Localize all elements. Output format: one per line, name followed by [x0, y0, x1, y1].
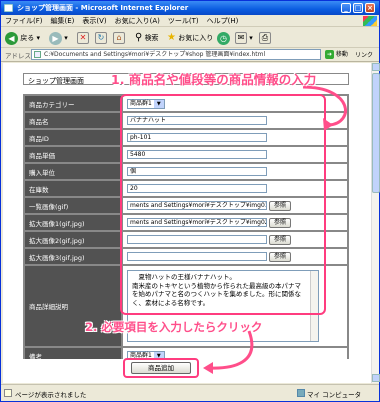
menu-help[interactable]: ヘルプ(H) — [203, 15, 243, 27]
stop-button[interactable]: ✕ — [77, 31, 89, 45]
close-button[interactable]: × — [365, 3, 375, 13]
arrow1-head-icon — [323, 118, 333, 131]
windows-logo-icon — [363, 16, 377, 26]
browser-window: ショップ管理画面 - Microsoft Internet Explorer _… — [0, 0, 380, 402]
print-icon: ⎙ — [259, 32, 271, 44]
mail-icon: ✉ — [235, 32, 247, 44]
page-scrollbar[interactable] — [371, 63, 380, 383]
ie-icon — [4, 4, 13, 12]
back-label: 戻る — [20, 34, 35, 42]
favorites-button[interactable]: ★ お気に入り — [167, 31, 213, 45]
callout-step-2: 2. 必要項目を入力したらクリック — [85, 320, 263, 334]
forward-arrow-icon: ▶ — [49, 31, 62, 45]
media-button[interactable]: ◷ — [217, 31, 230, 45]
callout-arrows — [203, 85, 347, 374]
callout-step-1: 1. 商品名や値段等の商品情報の入力 — [111, 72, 317, 87]
toolbar: ◀ 戻る ▾ ▶ ▾ ✕ ↻ ⌂ ⚲ 検索 ★ お気に入り ◷ ✉ ▾ ⎙ — [1, 28, 379, 48]
star-icon: ★ — [167, 32, 176, 43]
favorites-label: お気に入り — [178, 34, 214, 42]
menu-bar: ファイル(F) 編集(E) 表示(V) お気に入り(A) ツール(T) ヘルプ(H) — [1, 15, 379, 27]
go-arrow-icon: ➜ — [325, 50, 334, 59]
scroll-thumb[interactable] — [372, 73, 380, 193]
status-bar: ページが表示されました マイ コンピュータ — [1, 384, 379, 401]
menu-view[interactable]: 表示(V) — [78, 15, 110, 27]
title-bar: ショップ管理画面 - Microsoft Internet Explorer _… — [1, 1, 379, 15]
menu-favorites[interactable]: お気に入り(A) — [111, 15, 164, 27]
computer-icon — [297, 389, 305, 397]
go-button[interactable]: ➜ 移動 — [325, 49, 351, 60]
search-label: 検索 — [144, 34, 159, 42]
arrow2-head-icon — [203, 362, 213, 374]
refresh-button[interactable]: ↻ — [95, 31, 107, 45]
address-value: C:¥Documents and Settings¥mori¥デスクトップ¥sh… — [44, 51, 266, 58]
mail-button[interactable]: ✉ ▾ — [235, 31, 253, 45]
maximize-button[interactable]: □ — [353, 3, 363, 13]
scroll-up-icon[interactable] — [372, 63, 380, 71]
arrow2-icon — [208, 330, 254, 370]
back-arrow-icon: ◀ — [5, 31, 18, 45]
menu-file[interactable]: ファイル(F) — [1, 15, 47, 27]
minimize-button[interactable]: _ — [341, 3, 351, 13]
status-text: ページが表示されました — [15, 391, 87, 399]
address-input[interactable]: C:¥Documents and Settings¥mori¥デスクトップ¥sh… — [31, 49, 321, 60]
search-icon: ⚲ — [135, 32, 143, 43]
page-icon — [34, 51, 41, 58]
page-content: ショップ管理画面 商品カテゴリー 商品群1 ▼ 商品名 バナナハット 商品ID p… — [3, 63, 371, 383]
back-button[interactable]: ◀ 戻る ▾ — [5, 31, 40, 45]
scroll-down-icon[interactable] — [372, 374, 380, 382]
menu-edit[interactable]: 編集(E) — [47, 15, 79, 27]
forward-button[interactable]: ▶ ▾ — [49, 31, 68, 45]
home-icon: ⌂ — [113, 32, 125, 44]
print-button[interactable]: ⎙ — [259, 31, 271, 45]
status-zone: マイ コンピュータ — [307, 391, 362, 399]
home-button[interactable]: ⌂ — [113, 31, 125, 45]
window-title: ショップ管理画面 - Microsoft Internet Explorer — [17, 4, 189, 12]
address-bar: アドレス(D) C:¥Documents and Settings¥mori¥デ… — [1, 48, 379, 62]
media-icon: ◷ — [217, 31, 230, 45]
refresh-icon: ↻ — [95, 32, 107, 44]
search-button[interactable]: ⚲ 検索 — [135, 31, 159, 45]
stop-icon: ✕ — [77, 32, 89, 44]
go-label: 移動 — [335, 51, 348, 58]
page-done-icon — [4, 389, 12, 397]
menu-tools[interactable]: ツール(T) — [164, 15, 203, 27]
links-button[interactable]: リンク — [355, 50, 373, 59]
